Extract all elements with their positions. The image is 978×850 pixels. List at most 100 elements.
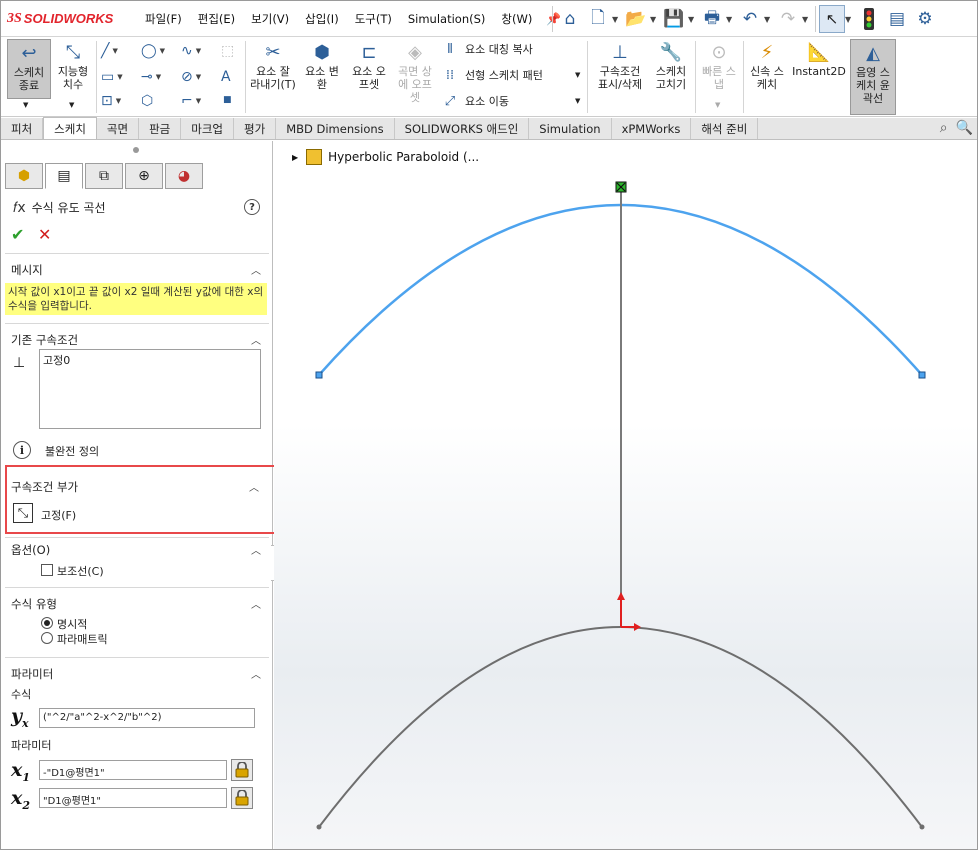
list-item[interactable]: 고정0	[43, 352, 257, 368]
tab-xpmworks[interactable]: xPMWorks	[612, 118, 692, 139]
straight-slot-icon[interactable]: ⊡ ▼	[101, 93, 121, 109]
convert-entities-button[interactable]: ⬢ 요소 변 환	[301, 39, 343, 91]
move-dropdown-icon[interactable]: ▼	[575, 97, 580, 105]
move-entities-button[interactable]: ⤢ 요소 이동	[441, 93, 509, 109]
spline-tool-icon[interactable]: ∿ ▼	[181, 43, 201, 59]
curve-endpoint-right[interactable]	[918, 371, 926, 379]
ok-check-icon[interactable]: ✔	[11, 225, 24, 244]
existing-relations-list[interactable]: 고정0	[39, 349, 261, 429]
curve-endpoint-left[interactable]	[315, 371, 323, 379]
print-icon[interactable]: 🖶	[698, 4, 726, 34]
tab-sheet-metal[interactable]: 판금	[139, 118, 182, 139]
polygon-tool-icon[interactable]: ⬡	[141, 93, 153, 109]
tab-addins[interactable]: SOLIDWORKS 애드인	[395, 118, 530, 139]
mirror-entities-button[interactable]: ⫴ 요소 대칭 복사	[441, 41, 532, 57]
home-icon[interactable]: ⌂	[556, 4, 584, 34]
tab-surfaces[interactable]: 곡면	[97, 118, 140, 139]
options-gear-icon[interactable]: ⚙	[911, 4, 939, 34]
tab-sketch[interactable]: 스케치	[43, 117, 97, 139]
shaded-sketch-contours-button[interactable]: ◭ 음영 스 케치 윤 곽선	[850, 39, 896, 115]
equation-input[interactable]: ("^2/"a"^2-x^2/"b"^2)	[39, 708, 255, 728]
ellipse-tool-icon[interactable]: ⊘ ▼	[181, 69, 201, 85]
x2-lock-icon[interactable]	[231, 787, 253, 809]
menu-view[interactable]: 보기(V)	[243, 11, 297, 27]
options-collapse-icon[interactable]: ︿	[251, 542, 261, 557]
point-tool-icon[interactable]: ■	[223, 95, 232, 105]
slot-tool-icon[interactable]: ⊸ ▼	[141, 69, 161, 85]
undo-icon[interactable]: ↶	[736, 4, 764, 34]
fix-relation-label[interactable]: 고정(F)	[41, 507, 76, 523]
smart-dimension-button[interactable]: ⤡ 지능형 치수	[53, 39, 93, 91]
x1-lock-icon[interactable]	[231, 759, 253, 781]
open-dropdown-icon[interactable]: ▼	[650, 15, 660, 24]
tab-markup[interactable]: 마크업	[181, 118, 235, 139]
feature-manager-tab-icon[interactable]: ⬢	[5, 163, 43, 189]
zoom-to-fit-icon[interactable]: ⌕	[940, 120, 948, 136]
construction-checkbox[interactable]	[41, 564, 53, 576]
explicit-radio[interactable]	[41, 617, 53, 629]
repair-sketch-button[interactable]: 🔧 스케치 고치기	[649, 39, 693, 91]
exit-sketch-label: 스케치 종료	[13, 66, 45, 92]
tab-features[interactable]: 피처	[1, 118, 44, 139]
select-dropdown-icon[interactable]: ▼	[845, 15, 855, 24]
menu-insert[interactable]: 삽입(I)	[297, 11, 347, 27]
menu-tools[interactable]: 도구(T)	[347, 11, 400, 27]
trim-entities-button[interactable]: ✂ 요소 잘 라내기(T)	[249, 39, 297, 91]
circle-tool-icon[interactable]: ◯ ▼	[141, 43, 165, 59]
zoom-area-icon[interactable]: 🔍	[956, 120, 973, 136]
select-cursor-icon[interactable]: ↖	[819, 5, 845, 33]
save-dropdown-icon[interactable]: ▼	[688, 15, 698, 24]
line-tool-icon[interactable]: ╱ ▼	[101, 43, 118, 59]
help-icon[interactable]: ?	[244, 199, 260, 215]
cancel-x-icon[interactable]: ✕	[38, 225, 51, 244]
lower-endpoint-left[interactable]	[316, 824, 322, 830]
existing-collapse-icon[interactable]: ︿	[251, 332, 261, 347]
solidworks-window: 3S SOLIDWORKS 파일(F) 편집(E) 보기(V) 삽입(I) 도구…	[0, 0, 978, 850]
smart-dimension-dropdown-icon[interactable]: ▼	[69, 101, 74, 109]
rapid-sketch-button[interactable]: ⚡ 신속 스 케치	[745, 39, 789, 91]
equation-type-collapse-icon[interactable]: ︿	[251, 596, 261, 611]
print-dropdown-icon[interactable]: ▼	[726, 15, 736, 24]
lower-endpoint-right[interactable]	[919, 824, 925, 830]
x1-input[interactable]: -"D1@평면1"	[39, 760, 227, 780]
configuration-manager-tab-icon[interactable]: ⧉	[85, 163, 123, 189]
lower-curve[interactable]	[318, 626, 923, 828]
message-collapse-icon[interactable]: ︿	[251, 262, 261, 277]
tab-mbd-dimensions[interactable]: MBD Dimensions	[276, 118, 395, 139]
add-relations-collapse-icon[interactable]: ︿	[249, 479, 259, 494]
rectangle-tool-icon[interactable]: ▭ ▼	[101, 69, 123, 85]
undo-dropdown-icon[interactable]: ▼	[764, 15, 774, 24]
rebuild-traffic-light-icon[interactable]	[855, 4, 883, 34]
dimxpert-tab-icon[interactable]: ⊕	[125, 163, 163, 189]
exit-sketch-dropdown-icon[interactable]: ▼	[23, 101, 28, 109]
save-icon[interactable]: 💾	[660, 4, 688, 34]
x2-input[interactable]: "D1@평면1"	[39, 788, 227, 808]
menu-simulation[interactable]: Simulation(S)	[400, 12, 494, 26]
panel-grip[interactable]	[133, 147, 139, 153]
tab-analysis-prep[interactable]: 해석 준비	[691, 118, 759, 139]
fillet-tool-icon[interactable]: ⌐ ▼	[181, 93, 201, 109]
file-properties-icon[interactable]: ▤	[883, 4, 911, 34]
text-tool-icon[interactable]: A	[221, 69, 231, 85]
fix-relation-icon[interactable]: ⤡	[13, 503, 33, 523]
tab-evaluate[interactable]: 평가	[234, 118, 277, 139]
tab-simulation[interactable]: Simulation	[529, 118, 612, 139]
instant2d-button[interactable]: 📐 Instant2D	[791, 39, 847, 78]
menu-edit[interactable]: 편집(E)	[190, 11, 243, 27]
parameters-collapse-icon[interactable]: ︿	[251, 666, 261, 681]
graphics-area[interactable]: ▶ Hyperbolic Paraboloid (...	[274, 141, 977, 849]
display-manager-tab-icon[interactable]: ◕	[165, 163, 203, 189]
display-relations-button[interactable]: ⊥ 구속조건 표시/삭제	[593, 39, 647, 91]
new-document-icon[interactable]: 🗋	[584, 4, 612, 34]
offset-entities-button[interactable]: ⊏ 요소 오 프셋	[347, 39, 391, 91]
linear-pattern-button[interactable]: ⁞⁞ 선형 스케치 패턴	[441, 67, 543, 83]
property-manager-tab-icon[interactable]: ▤	[45, 163, 83, 189]
menu-window[interactable]: 창(W)	[493, 11, 540, 27]
new-dropdown-icon[interactable]: ▼	[612, 15, 622, 24]
parametric-radio[interactable]	[41, 632, 53, 644]
pattern-dropdown-icon[interactable]: ▼	[575, 71, 580, 79]
solidworks-logo[interactable]: 3S SOLIDWORKS	[1, 11, 137, 27]
exit-sketch-button[interactable]: ↩ 스케치 종료	[7, 39, 51, 99]
open-folder-icon[interactable]: 📂	[622, 4, 650, 34]
menu-file[interactable]: 파일(F)	[137, 11, 190, 27]
